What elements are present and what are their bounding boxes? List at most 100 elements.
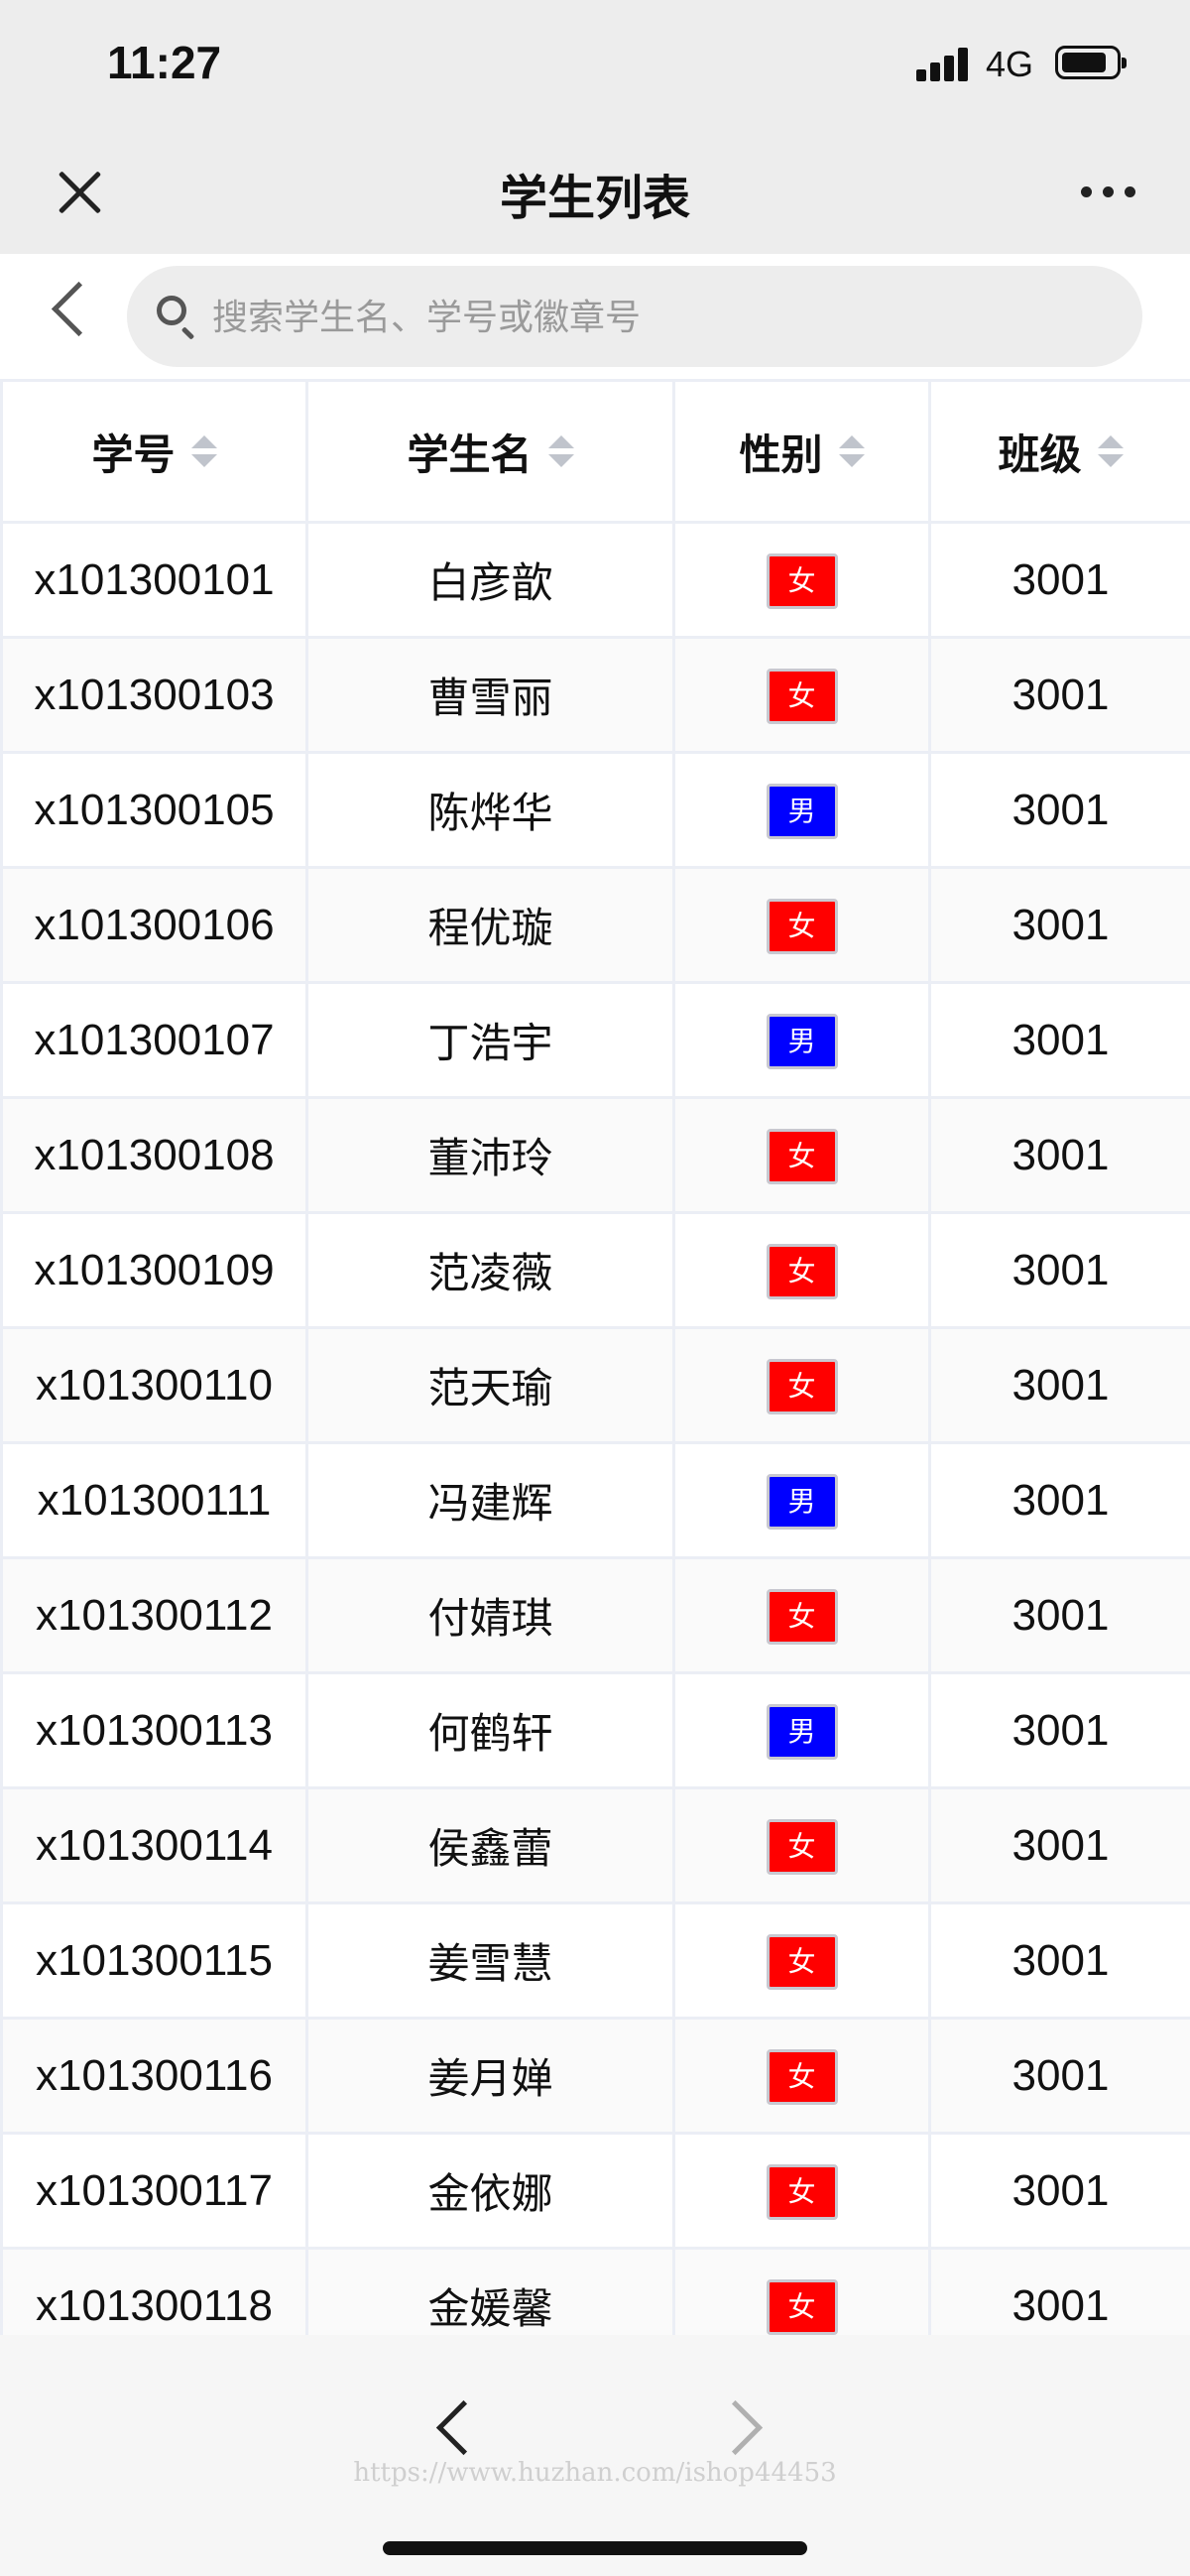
back-icon[interactable] (51, 281, 107, 337)
gender-badge: 女 (766, 898, 838, 954)
home-indicator[interactable] (383, 2541, 807, 2555)
gender-cell: 男 (672, 751, 931, 869)
table-row[interactable]: x101300105 陈烨华 男 3001 (0, 751, 1190, 869)
student-id-cell: x101300106 (0, 866, 308, 984)
student-id-cell: x101300115 (0, 1901, 308, 2020)
class-cell: 3001 (928, 2017, 1190, 2135)
student-id-cell: x101300109 (0, 1211, 308, 1329)
more-options-icon[interactable] (1081, 186, 1136, 198)
gender-cell: 男 (672, 1671, 931, 1789)
table-row[interactable]: x101300109 范凌薇 女 3001 (0, 1211, 1190, 1329)
student-id-cell: x101300111 (0, 1441, 308, 1559)
table-row[interactable]: x101300103 曹雪丽 女 3001 (0, 636, 1190, 754)
battery-icon (1055, 46, 1127, 79)
sort-icon[interactable] (838, 433, 865, 469)
class-cell: 3001 (928, 751, 1190, 869)
table-row[interactable]: x101300106 程优璇 女 3001 (0, 866, 1190, 984)
table-row[interactable]: x101300110 范天瑜 女 3001 (0, 1326, 1190, 1444)
table-row[interactable]: x101300107 丁浩宇 男 3001 (0, 981, 1190, 1099)
class-cell: 3001 (928, 1211, 1190, 1329)
student-name-cell: 冯建辉 (305, 1441, 675, 1559)
class-cell: 3001 (928, 1096, 1190, 1214)
search-row (0, 254, 1190, 379)
gender-cell: 女 (672, 2017, 931, 2135)
student-id-cell: x101300105 (0, 751, 308, 869)
table-row[interactable]: x101300118 金媛馨 女 3001 (0, 2247, 1190, 2335)
search-box[interactable] (127, 266, 1142, 367)
column-header-class[interactable]: 班级 (928, 379, 1190, 524)
gender-badge: 男 (766, 1473, 838, 1530)
gender-badge: 女 (766, 1243, 838, 1299)
student-id-cell: x101300108 (0, 1096, 308, 1214)
column-header-student-id[interactable]: 学号 (0, 379, 308, 524)
class-cell: 3001 (928, 1326, 1190, 1444)
student-name-cell: 金媛馨 (305, 2247, 675, 2335)
student-id-cell: x101300112 (0, 1556, 308, 1674)
gender-badge: 女 (766, 1128, 838, 1184)
table-row[interactable]: x101300116 姜月婵 女 3001 (0, 2017, 1190, 2135)
gender-cell: 女 (672, 1556, 931, 1674)
student-id-cell: x101300116 (0, 2017, 308, 2135)
page-title: 学生列表 (499, 171, 690, 226)
search-icon (157, 296, 186, 325)
column-header-label: 性别 (739, 429, 823, 479)
gender-cell: 男 (672, 1441, 931, 1559)
student-name-cell: 侯鑫蕾 (305, 1786, 675, 1904)
gender-cell: 女 (672, 1326, 931, 1444)
student-name-cell: 曹雪丽 (305, 636, 675, 754)
column-header-gender[interactable]: 性别 (672, 379, 931, 524)
student-name-cell: 白彦歆 (305, 521, 675, 639)
student-id-cell: x101300118 (0, 2247, 308, 2335)
student-name-cell: 丁浩宇 (305, 981, 675, 1099)
table-row[interactable]: x101300111 冯建辉 男 3001 (0, 1441, 1190, 1559)
sort-icon[interactable] (190, 433, 217, 469)
gender-badge: 女 (766, 2278, 838, 2335)
table-row[interactable]: x101300115 姜雪慧 女 3001 (0, 1901, 1190, 2020)
student-id-cell: x101300114 (0, 1786, 308, 1904)
gender-badge: 男 (766, 1703, 838, 1760)
gender-cell: 女 (672, 1211, 931, 1329)
student-name-cell: 陈烨华 (305, 751, 675, 869)
class-cell: 3001 (928, 1786, 1190, 1904)
table-row[interactable]: x101300114 侯鑫蕾 女 3001 (0, 1786, 1190, 1904)
gender-cell: 女 (672, 866, 931, 984)
column-header-label: 学号 (91, 429, 176, 479)
sort-icon[interactable] (1097, 433, 1124, 469)
gender-badge: 男 (766, 1013, 838, 1069)
column-header-label: 班级 (998, 429, 1082, 479)
gender-badge: 女 (766, 1588, 838, 1645)
browser-back-icon[interactable] (435, 2399, 492, 2456)
table-row[interactable]: x101300101 白彦歆 女 3001 (0, 521, 1190, 639)
student-id-cell: x101300110 (0, 1326, 308, 1444)
bottom-toolbar: https://www.huzhan.com/ishop44453 (0, 2335, 1190, 2576)
student-id-cell: x101300103 (0, 636, 308, 754)
class-cell: 3001 (928, 636, 1190, 754)
student-id-cell: x101300107 (0, 981, 308, 1099)
sort-icon[interactable] (547, 433, 574, 469)
gender-badge: 女 (766, 1358, 838, 1414)
table-row[interactable]: x101300117 金依娜 女 3001 (0, 2132, 1190, 2250)
gender-badge: 女 (766, 552, 838, 609)
student-name-cell: 付婧琪 (305, 1556, 675, 1674)
search-input[interactable] (210, 280, 1107, 355)
gender-badge: 女 (766, 1933, 838, 1990)
column-header-label: 学生名 (407, 429, 533, 479)
table-body: x101300101 白彦歆女 3001 x101300103 曹雪丽女 3001 x101… (0, 521, 1190, 2335)
student-name-cell: 金依娜 (305, 2132, 675, 2250)
class-cell: 3001 (928, 2247, 1190, 2335)
student-table: 学号 学生名 性别 班级 x101300101 白彦歆 女 3001 x1013… (0, 379, 1190, 2335)
student-name-cell: 姜月婵 (305, 2017, 675, 2135)
table-row[interactable]: x101300108 董沛玲 女 3001 (0, 1096, 1190, 1214)
class-cell: 3001 (928, 1556, 1190, 1674)
class-cell: 3001 (928, 981, 1190, 1099)
table-row[interactable]: x101300113 何鹤轩 男 3001 (0, 1671, 1190, 1789)
gender-badge: 女 (766, 2163, 838, 2220)
column-header-student-name[interactable]: 学生名 (305, 379, 675, 524)
table-row[interactable]: x101300112 付婧琪 女 3001 (0, 1556, 1190, 1674)
browser-forward-icon[interactable] (707, 2399, 764, 2456)
gender-badge: 男 (766, 783, 838, 839)
table-header-row: 学号 学生名 性别 班级 (0, 379, 1190, 524)
student-id-cell: x101300113 (0, 1671, 308, 1789)
watermark-text: https://www.huzhan.com/ishop44453 (353, 2458, 837, 2488)
student-table-container[interactable]: 学号 学生名 性别 班级 x101300101 白彦歆 女 3001 x1013… (0, 379, 1190, 2335)
